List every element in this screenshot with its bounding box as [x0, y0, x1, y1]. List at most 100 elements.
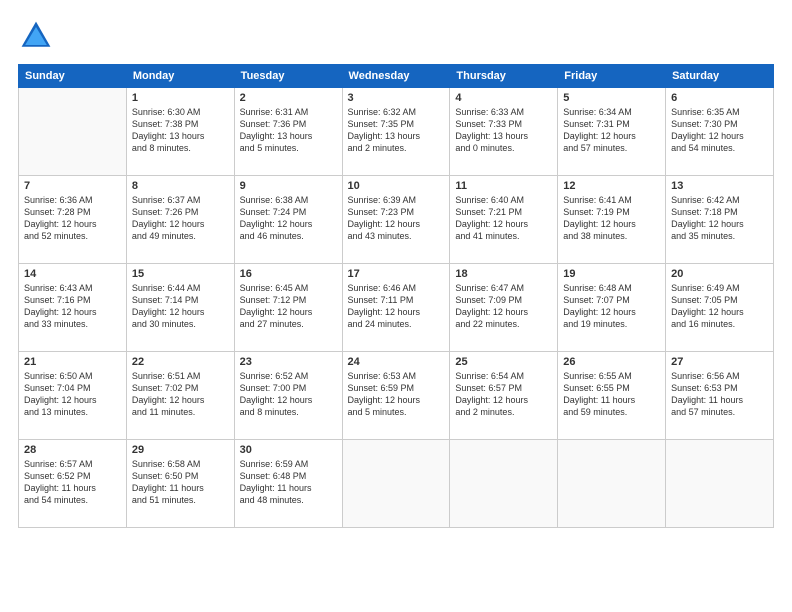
- calendar-cell: 3 Sunrise: 6:32 AMSunset: 7:35 PMDaylight…: [342, 88, 450, 176]
- day-info: Sunrise: 6:30 AMSunset: 7:38 PMDaylight:…: [132, 106, 229, 155]
- calendar-cell: 16 Sunrise: 6:45 AMSunset: 7:12 PMDayligh…: [234, 264, 342, 352]
- calendar-cell: 12 Sunrise: 6:41 AMSunset: 7:19 PMDayligh…: [558, 176, 666, 264]
- calendar-cell: 4 Sunrise: 6:33 AMSunset: 7:33 PMDaylight…: [450, 88, 558, 176]
- day-info: Sunrise: 6:53 AMSunset: 6:59 PMDaylight:…: [348, 370, 445, 419]
- day-number: 30: [240, 444, 337, 456]
- calendar-cell: 14 Sunrise: 6:43 AMSunset: 7:16 PMDayligh…: [19, 264, 127, 352]
- calendar-table: Sunday Monday Tuesday Wednesday Thursday…: [18, 64, 774, 528]
- day-info: Sunrise: 6:54 AMSunset: 6:57 PMDaylight:…: [455, 370, 552, 419]
- calendar-cell: 15 Sunrise: 6:44 AMSunset: 7:14 PMDayligh…: [126, 264, 234, 352]
- day-number: 29: [132, 444, 229, 456]
- calendar-cell: 6 Sunrise: 6:35 AMSunset: 7:30 PMDaylight…: [666, 88, 774, 176]
- day-info: Sunrise: 6:58 AMSunset: 6:50 PMDaylight:…: [132, 458, 229, 507]
- day-number: 1: [132, 92, 229, 104]
- calendar-cell: [666, 440, 774, 528]
- day-number: 11: [455, 180, 552, 192]
- day-number: 24: [348, 356, 445, 368]
- calendar-cell: 9 Sunrise: 6:38 AMSunset: 7:24 PMDaylight…: [234, 176, 342, 264]
- day-info: Sunrise: 6:46 AMSunset: 7:11 PMDaylight:…: [348, 282, 445, 331]
- calendar-cell: 10 Sunrise: 6:39 AMSunset: 7:23 PMDayligh…: [342, 176, 450, 264]
- calendar-week-row: 28Sunrise: 6:57 AMSunset: 6:52 PMDayligh…: [19, 440, 774, 528]
- calendar-cell: 11Sunrise: 6:40 AMSunset: 7:21 PMDayligh…: [450, 176, 558, 264]
- calendar-cell: 28Sunrise: 6:57 AMSunset: 6:52 PMDayligh…: [19, 440, 127, 528]
- calendar-cell: 26Sunrise: 6:55 AMSunset: 6:55 PMDayligh…: [558, 352, 666, 440]
- day-number: 26: [563, 356, 660, 368]
- day-number: 9: [240, 180, 337, 192]
- calendar-cell: 13 Sunrise: 6:42 AMSunset: 7:18 PMDayligh…: [666, 176, 774, 264]
- header-wednesday: Wednesday: [342, 65, 450, 88]
- header-friday: Friday: [558, 65, 666, 88]
- day-number: 20: [671, 268, 768, 280]
- day-info: Sunrise: 6:39 AMSunset: 7:23 PMDaylight:…: [348, 194, 445, 243]
- header-sunday: Sunday: [19, 65, 127, 88]
- calendar-week-row: 21 Sunrise: 6:50 AMSunset: 7:04 PMDayligh…: [19, 352, 774, 440]
- day-info: Sunrise: 6:59 AMSunset: 6:48 PMDaylight:…: [240, 458, 337, 507]
- calendar-cell: [19, 88, 127, 176]
- calendar-cell: 23 Sunrise: 6:52 AMSunset: 7:00 PMDayligh…: [234, 352, 342, 440]
- day-info: Sunrise: 6:52 AMSunset: 7:00 PMDaylight:…: [240, 370, 337, 419]
- day-number: 18: [455, 268, 552, 280]
- day-info: Sunrise: 6:50 AMSunset: 7:04 PMDaylight:…: [24, 370, 121, 419]
- day-number: 10: [348, 180, 445, 192]
- day-info: Sunrise: 6:38 AMSunset: 7:24 PMDaylight:…: [240, 194, 337, 243]
- day-number: 16: [240, 268, 337, 280]
- day-number: 19: [563, 268, 660, 280]
- calendar-cell: [342, 440, 450, 528]
- day-number: 8: [132, 180, 229, 192]
- calendar-cell: 29 Sunrise: 6:58 AMSunset: 6:50 PMDayligh…: [126, 440, 234, 528]
- calendar-cell: [450, 440, 558, 528]
- day-number: 5: [563, 92, 660, 104]
- day-number: 25: [455, 356, 552, 368]
- header-saturday: Saturday: [666, 65, 774, 88]
- day-number: 2: [240, 92, 337, 104]
- day-number: 22: [132, 356, 229, 368]
- day-info: Sunrise: 6:35 AMSunset: 7:30 PMDaylight:…: [671, 106, 768, 155]
- calendar-cell: 22 Sunrise: 6:51 AMSunset: 7:02 PMDayligh…: [126, 352, 234, 440]
- day-info: Sunrise: 6:45 AMSunset: 7:12 PMDaylight:…: [240, 282, 337, 331]
- day-info: Sunrise: 6:41 AMSunset: 7:19 PMDaylight:…: [563, 194, 660, 243]
- logo-icon: [18, 18, 54, 54]
- calendar-cell: 21 Sunrise: 6:50 AMSunset: 7:04 PMDayligh…: [19, 352, 127, 440]
- calendar-cell: 17 Sunrise: 6:46 AMSunset: 7:11 PMDayligh…: [342, 264, 450, 352]
- calendar-cell: 2 Sunrise: 6:31 AMSunset: 7:36 PMDaylight…: [234, 88, 342, 176]
- day-number: 6: [671, 92, 768, 104]
- day-number: 23: [240, 356, 337, 368]
- day-number: 4: [455, 92, 552, 104]
- day-number: 15: [132, 268, 229, 280]
- calendar-header-row: Sunday Monday Tuesday Wednesday Thursday…: [19, 65, 774, 88]
- day-info: Sunrise: 6:47 AMSunset: 7:09 PMDaylight:…: [455, 282, 552, 331]
- calendar-cell: 18 Sunrise: 6:47 AMSunset: 7:09 PMDayligh…: [450, 264, 558, 352]
- day-info: Sunrise: 6:44 AMSunset: 7:14 PMDaylight:…: [132, 282, 229, 331]
- day-number: 3: [348, 92, 445, 104]
- calendar-cell: 30 Sunrise: 6:59 AMSunset: 6:48 PMDayligh…: [234, 440, 342, 528]
- day-info: Sunrise: 6:34 AMSunset: 7:31 PMDaylight:…: [563, 106, 660, 155]
- logo: [18, 18, 58, 54]
- calendar-cell: 25 Sunrise: 6:54 AMSunset: 6:57 PMDayligh…: [450, 352, 558, 440]
- day-info: Sunrise: 6:32 AMSunset: 7:35 PMDaylight:…: [348, 106, 445, 155]
- day-info: Sunrise: 6:37 AMSunset: 7:26 PMDaylight:…: [132, 194, 229, 243]
- day-number: 7: [24, 180, 121, 192]
- day-info: Sunrise: 6:31 AMSunset: 7:36 PMDaylight:…: [240, 106, 337, 155]
- day-number: 21: [24, 356, 121, 368]
- calendar-cell: 8 Sunrise: 6:37 AMSunset: 7:26 PMDaylight…: [126, 176, 234, 264]
- calendar-cell: 1 Sunrise: 6:30 AMSunset: 7:38 PMDaylight…: [126, 88, 234, 176]
- day-number: 13: [671, 180, 768, 192]
- day-number: 12: [563, 180, 660, 192]
- day-number: 14: [24, 268, 121, 280]
- day-number: 17: [348, 268, 445, 280]
- day-number: 27: [671, 356, 768, 368]
- calendar-cell: 20 Sunrise: 6:49 AMSunset: 7:05 PMDayligh…: [666, 264, 774, 352]
- day-info: Sunrise: 6:51 AMSunset: 7:02 PMDaylight:…: [132, 370, 229, 419]
- day-info: Sunrise: 6:33 AMSunset: 7:33 PMDaylight:…: [455, 106, 552, 155]
- header-tuesday: Tuesday: [234, 65, 342, 88]
- day-info: Sunrise: 6:43 AMSunset: 7:16 PMDaylight:…: [24, 282, 121, 331]
- calendar-week-row: 14 Sunrise: 6:43 AMSunset: 7:16 PMDayligh…: [19, 264, 774, 352]
- calendar-week-row: 7Sunrise: 6:36 AMSunset: 7:28 PMDaylight…: [19, 176, 774, 264]
- day-info: Sunrise: 6:42 AMSunset: 7:18 PMDaylight:…: [671, 194, 768, 243]
- calendar-cell: 19 Sunrise: 6:48 AMSunset: 7:07 PMDayligh…: [558, 264, 666, 352]
- day-info: Sunrise: 6:48 AMSunset: 7:07 PMDaylight:…: [563, 282, 660, 331]
- day-info: Sunrise: 6:49 AMSunset: 7:05 PMDaylight:…: [671, 282, 768, 331]
- day-info: Sunrise: 6:57 AMSunset: 6:52 PMDaylight:…: [24, 458, 121, 507]
- header-monday: Monday: [126, 65, 234, 88]
- day-info: Sunrise: 6:56 AMSunset: 6:53 PMDaylight:…: [671, 370, 768, 419]
